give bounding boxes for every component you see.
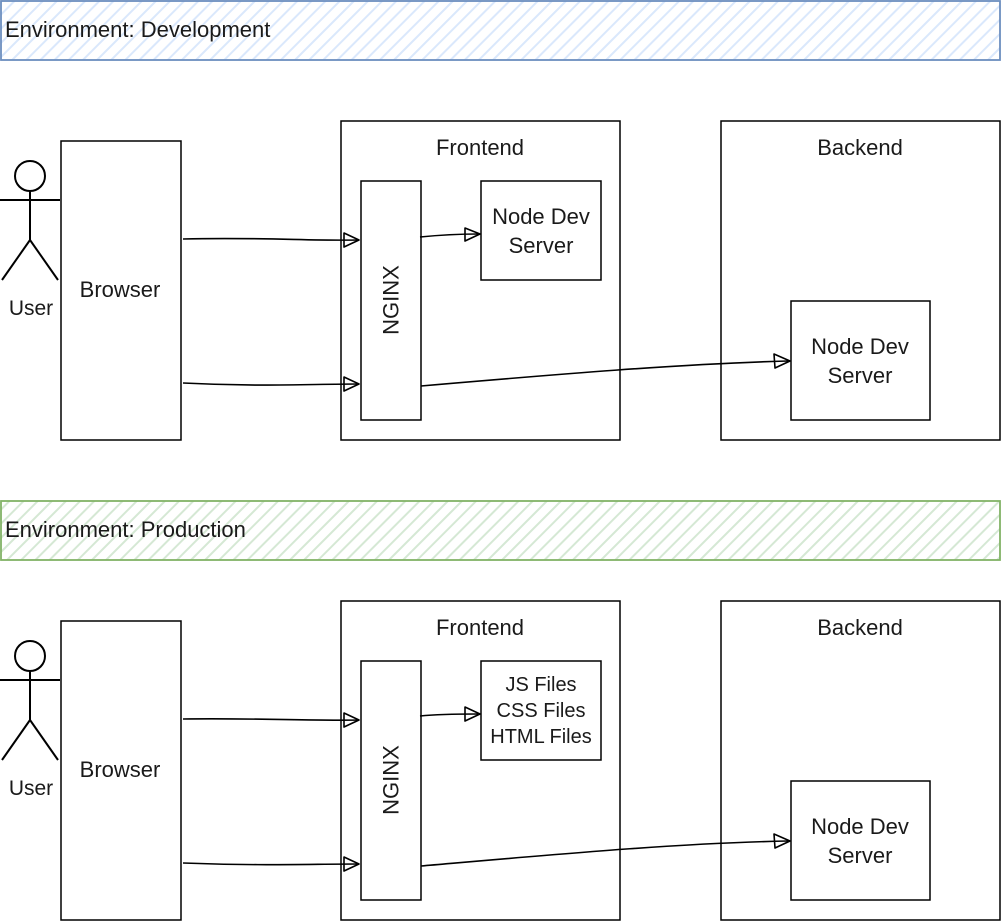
frontend-label: Frontend [436,135,524,160]
browser-label: Browser [80,277,161,302]
backend-server-line: Server [828,843,893,868]
user-label: User [9,297,53,320]
arrow-browser-to-nginx-bottom [182,856,360,872]
nginx-label: NGINX [379,265,404,335]
backend-server-line: Server [828,363,893,388]
nginx-label: NGINX [379,745,404,815]
frontend-target-line: JS Files [505,674,576,696]
frontend-target-line: CSS Files [497,700,586,722]
arrow-browser-to-nginx-bottom [182,376,360,392]
frontend-target-line: HTML Files [490,726,591,748]
architecture-diagram: Environment: Development User Browser Fr… [0,0,1001,921]
arrow-browser-to-nginx-top [182,232,360,248]
user-actor-icon [0,160,60,281]
user-label: User [9,777,53,800]
browser-label: Browser [80,757,161,782]
frontend-label: Frontend [436,615,524,640]
arrow-browser-to-nginx-top [182,712,360,728]
environment-development: Environment: Development User Browser Fr… [0,0,1001,441]
backend-label: Backend [817,615,903,640]
backend-server-line: Node Dev [811,814,909,839]
backend-server-line: Node Dev [811,334,909,359]
environment-title: Environment: Development [5,17,270,42]
frontend-target-line: Node Dev [492,204,590,229]
frontend-target-box [480,180,602,281]
backend-server-box [790,300,931,421]
backend-server-box [790,780,931,901]
environment-production: Environment: Production User Browser Fro… [0,500,1001,921]
user-actor-icon [0,640,60,761]
environment-title: Environment: Production [5,517,246,542]
backend-label: Backend [817,135,903,160]
frontend-target-line: Server [509,233,574,258]
